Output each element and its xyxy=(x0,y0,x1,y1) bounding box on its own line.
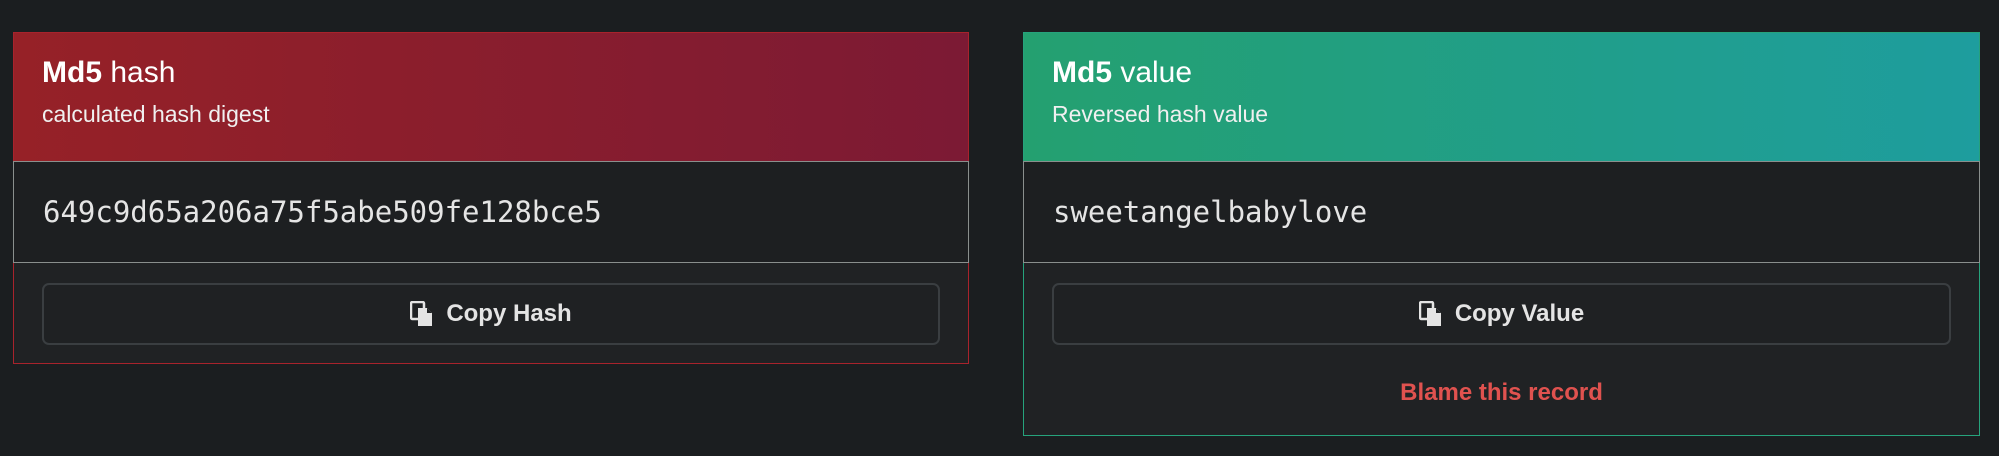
value-card-title: Md5 value xyxy=(1052,55,1951,91)
md5-hash-card: Md5 hash calculated hash digest 649c9d65… xyxy=(13,32,969,364)
reversed-value-field[interactable]: sweetangelbabylove xyxy=(1023,161,1980,263)
value-card-subtitle: Reversed hash value xyxy=(1052,101,1269,127)
value-card-title-algorithm: Md5 xyxy=(1052,56,1112,89)
copy-icon xyxy=(410,301,433,326)
value-card-title-suffix: value xyxy=(1112,56,1193,89)
hash-card-title: Md5 hash xyxy=(42,55,940,91)
copy-hash-button[interactable]: Copy Hash xyxy=(42,283,940,345)
copy-value-label: Copy Value xyxy=(1454,300,1585,327)
blame-record-link[interactable]: Blame this record xyxy=(1024,379,1979,407)
hash-card-subtitle: calculated hash digest xyxy=(42,101,270,127)
md5-value-card: Md5 value Reversed hash value sweetangel… xyxy=(1023,32,1980,436)
copy-hash-label: Copy Hash xyxy=(446,300,572,327)
hash-card-title-algorithm: Md5 xyxy=(42,56,102,89)
hash-card-title-suffix: hash xyxy=(102,56,176,89)
copy-value-button[interactable]: Copy Value xyxy=(1052,283,1951,345)
hash-digest-field[interactable]: 649c9d65a206a75f5abe509fe128bce5 xyxy=(13,161,969,263)
copy-icon xyxy=(1418,301,1441,326)
value-card-header: Md5 value Reversed hash value xyxy=(1024,33,1979,161)
hash-card-header: Md5 hash calculated hash digest xyxy=(14,33,968,161)
